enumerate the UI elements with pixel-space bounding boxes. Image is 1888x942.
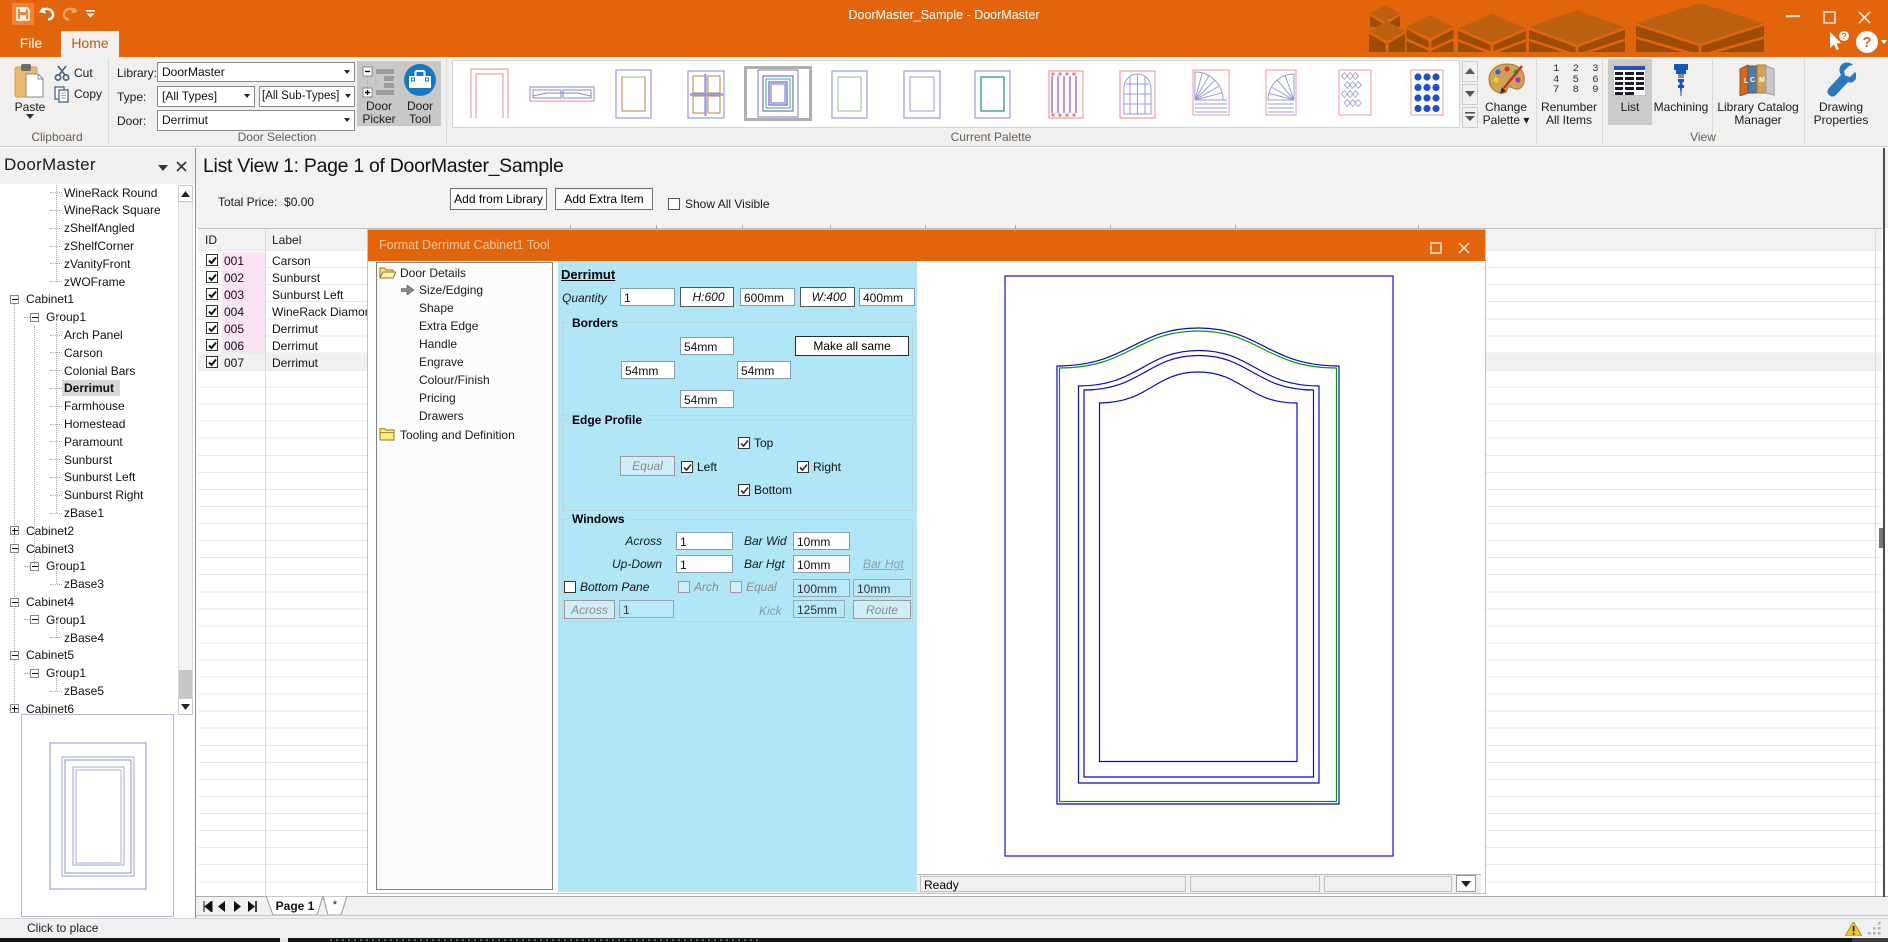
svg-text:L: L [1744, 78, 1749, 85]
svg-text:C: C [1750, 77, 1755, 84]
svg-text:*: * [333, 899, 338, 911]
svg-text:M: M [1759, 77, 1765, 84]
svg-text:?: ? [1841, 31, 1846, 41]
svg-text:?: ? [1862, 34, 1871, 51]
svg-text:Page 1: Page 1 [276, 899, 315, 913]
